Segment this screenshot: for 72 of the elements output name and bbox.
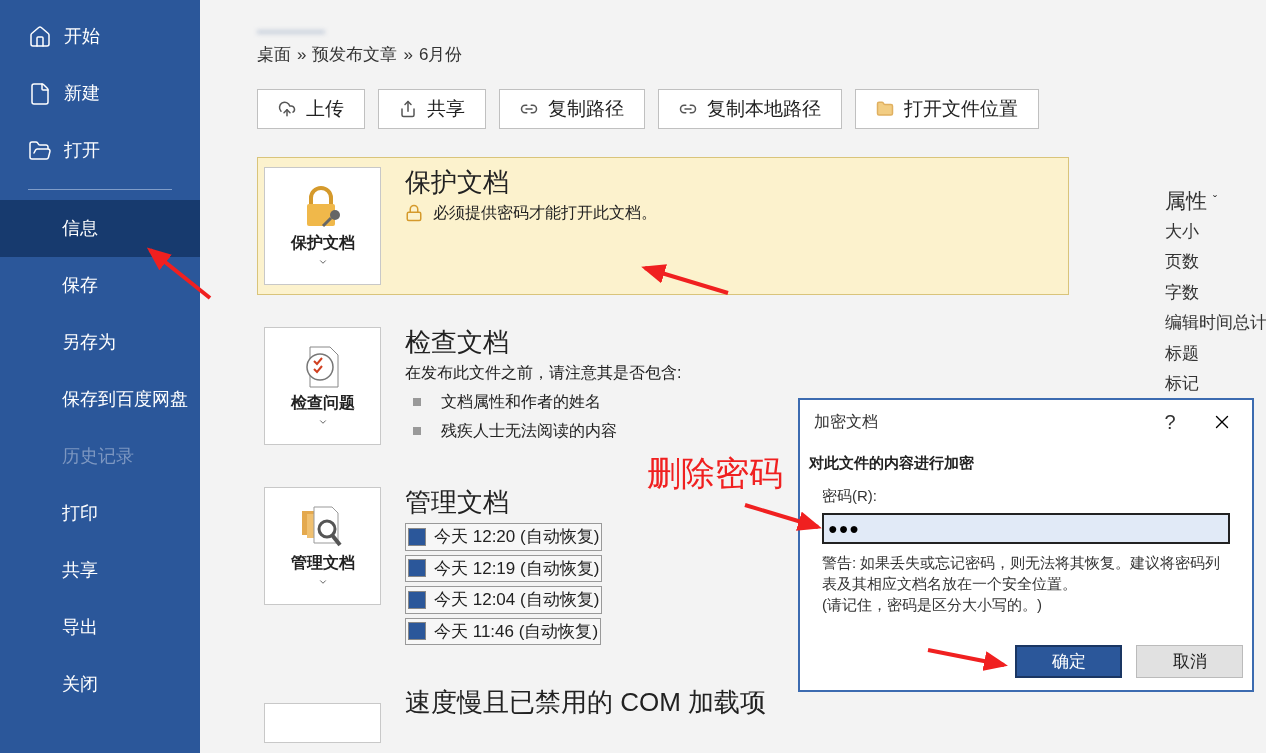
dialog-title: 加密文档 bbox=[814, 412, 879, 432]
sidebar-item[interactable]: 关闭 bbox=[0, 656, 200, 713]
tile-button[interactable]: 保护文档 bbox=[264, 167, 381, 285]
padlock-icon bbox=[405, 204, 423, 222]
sidebar-item[interactable]: 信息 bbox=[0, 200, 200, 257]
folder-icon bbox=[28, 138, 52, 163]
sidebar-item[interactable]: 打印 bbox=[0, 485, 200, 542]
help-button[interactable]: ? bbox=[1148, 407, 1192, 437]
toolbar-button[interactable]: 复制路径 bbox=[499, 89, 645, 129]
property-label: 标题 bbox=[1165, 342, 1200, 365]
breadcrumb-item: » bbox=[297, 43, 307, 66]
note-text: (请记住，密码是区分大小写的。) bbox=[821, 595, 1043, 615]
word-file-icon bbox=[408, 590, 426, 609]
toolbar-button[interactable]: 复制本地路径 bbox=[658, 89, 842, 129]
breadcrumb-item: » bbox=[403, 43, 413, 66]
version-link[interactable]: 今天 11:46 (自动恢复) bbox=[405, 617, 602, 645]
section-title: 保护文档 bbox=[405, 166, 510, 199]
sidebar-item[interactable]: 共享 bbox=[0, 542, 200, 599]
word-file-icon bbox=[408, 527, 426, 546]
folder-icon bbox=[876, 100, 894, 118]
sidebar-item[interactable]: 保存到百度网盘 bbox=[0, 371, 200, 428]
word-file-icon bbox=[408, 622, 426, 641]
toolbar-button[interactable]: 打开文件位置 bbox=[855, 89, 1039, 129]
property-label: 页数 bbox=[1165, 251, 1200, 273]
arrow bbox=[146, 247, 212, 300]
bullet-icon bbox=[413, 427, 421, 435]
breadcrumb-item[interactable]: 预发布文章 bbox=[312, 41, 398, 67]
dialog-button[interactable]: 取消 bbox=[1136, 645, 1243, 678]
home-icon bbox=[28, 24, 52, 49]
caret-icon bbox=[317, 577, 328, 587]
warning-text: 警告: 如果丢失或忘记密码，则无法将其恢复。建议将密码列表及其相应文档名放在一个安全位置。 bbox=[821, 553, 1222, 594]
dialog-heading: 对此文件的内容进行加密 bbox=[808, 453, 975, 473]
section-title: 速度慢且已禁用的 COM 加载项 bbox=[405, 686, 767, 719]
bullet-icon bbox=[413, 398, 421, 406]
section-description: 在发布此文件之前，请注意其是否包含: bbox=[405, 363, 682, 383]
field-label: 密码(R): bbox=[821, 485, 878, 506]
caret-icon bbox=[317, 257, 328, 267]
sidebar-item[interactable]: 开始 bbox=[0, 8, 200, 65]
document-icon bbox=[28, 81, 52, 106]
breadcrumb-item[interactable]: 6月份 bbox=[418, 41, 463, 67]
section-title: 检查文档 bbox=[405, 326, 510, 359]
annotation-text: 删除密码 bbox=[647, 453, 783, 494]
cloud-upload-icon bbox=[278, 100, 296, 118]
share-icon bbox=[399, 100, 417, 118]
property-label: 大小 bbox=[1165, 220, 1200, 243]
tile-button[interactable]: 管理文档 bbox=[264, 487, 381, 605]
version-link[interactable]: 今天 12:20 (自动恢复) bbox=[405, 523, 603, 551]
section-description: 必须提供密码才能打开此文档。 bbox=[433, 203, 657, 223]
sidebar-item[interactable]: 新建 bbox=[0, 65, 200, 122]
caret-icon bbox=[317, 417, 328, 427]
version-link[interactable]: 今天 12:04 (自动恢复) bbox=[405, 586, 603, 614]
caret-icon: ˇ bbox=[1213, 191, 1217, 210]
property-label: 标记 bbox=[1165, 373, 1200, 395]
property-label: 字数 bbox=[1165, 281, 1200, 304]
version-link[interactable]: 今天 12:19 (自动恢复) bbox=[405, 554, 603, 582]
sidebar-item[interactable]: 另存为 bbox=[0, 314, 200, 371]
word-file-icon bbox=[408, 559, 426, 578]
section-title: 管理文档 bbox=[405, 486, 510, 519]
toolbar-button[interactable]: 共享 bbox=[378, 89, 486, 129]
sidebar-item[interactable]: 打开 bbox=[0, 122, 200, 179]
tile-button[interactable]: 检查问题 bbox=[264, 327, 381, 445]
sidebar-item[interactable]: 导出 bbox=[0, 599, 200, 656]
sidebar-item[interactable]: 保存 bbox=[0, 257, 200, 314]
bullet-text: 残疾人士无法阅读的内容 bbox=[441, 421, 617, 441]
password-field[interactable]: ●●● bbox=[822, 513, 1230, 544]
dialog-button[interactable]: 确定 bbox=[1015, 645, 1122, 678]
bullet-text: 文档属性和作者的姓名 bbox=[441, 392, 601, 412]
tile-button[interactable] bbox=[264, 703, 381, 743]
toolbar-button[interactable]: 上传 bbox=[257, 89, 365, 129]
property-label: 编辑时间总计 bbox=[1165, 312, 1266, 334]
properties-heading[interactable]: 属性 bbox=[1165, 185, 1207, 217]
breadcrumb-item[interactable]: 桌面 bbox=[257, 41, 291, 67]
